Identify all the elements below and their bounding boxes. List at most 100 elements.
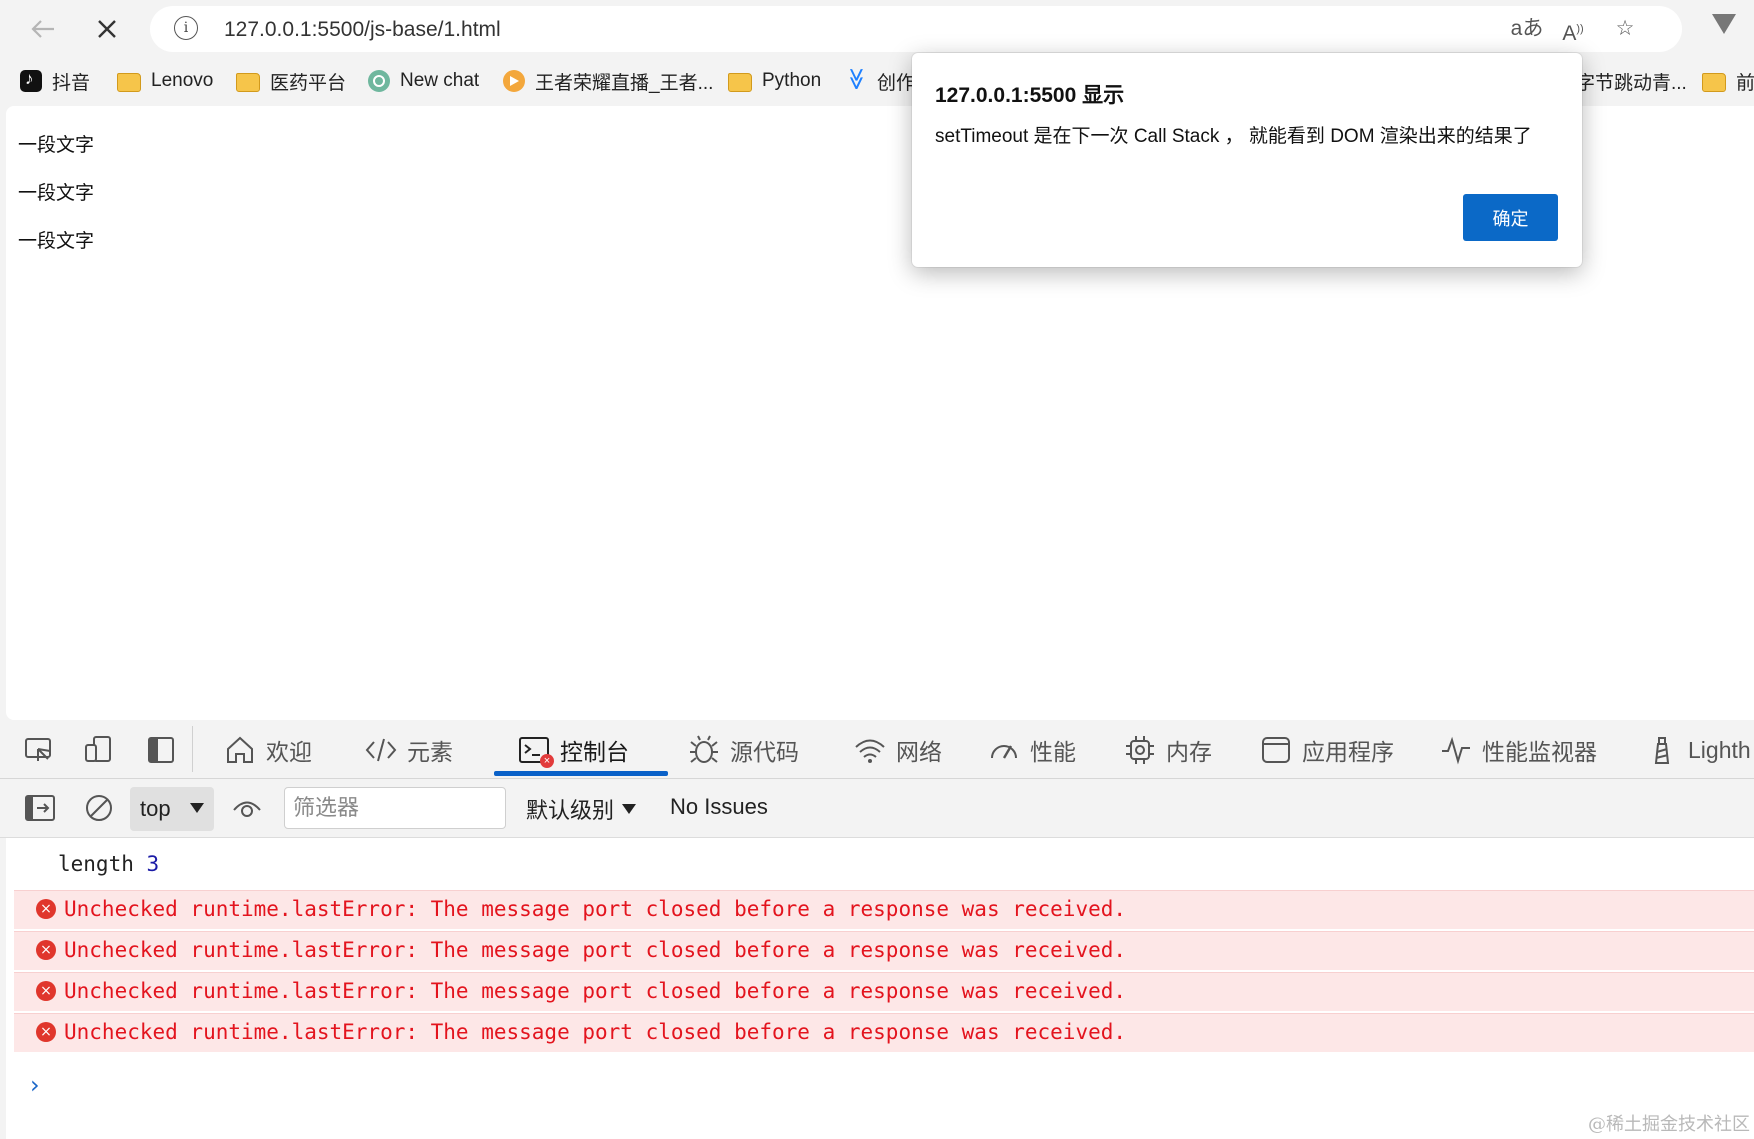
error-message: Unchecked runtime.lastError: The message… xyxy=(64,1020,1127,1044)
back-arrow-icon[interactable] xyxy=(24,10,62,48)
tab-label: 应用程序 xyxy=(1302,739,1394,765)
error-message: Unchecked runtime.lastError: The message… xyxy=(64,938,1127,962)
tab-network[interactable]: 网络 xyxy=(854,730,942,770)
folder-icon xyxy=(1702,73,1726,92)
console-error-row: × Unchecked runtime.lastError: The messa… xyxy=(14,1013,1754,1052)
active-tab-indicator xyxy=(494,771,668,776)
bug-icon xyxy=(688,734,720,766)
sidebar-toggle-icon[interactable] xyxy=(24,793,55,823)
omnibox[interactable]: i 127.0.0.1:5500/js-base/1.html aあ A)) ☆ xyxy=(150,6,1682,52)
bookmark-bytedance[interactable]: 字节跳动青... xyxy=(1576,66,1687,96)
device-emulation-icon[interactable] xyxy=(84,735,114,765)
address-bar-row: i 127.0.0.1:5500/js-base/1.html aあ A)) ☆ xyxy=(0,0,1754,57)
home-icon xyxy=(224,734,256,766)
tab-label: 性能监视器 xyxy=(1482,739,1597,765)
console-error-row: × Unchecked runtime.lastError: The messa… xyxy=(14,890,1754,929)
context-label: top xyxy=(140,796,171,821)
live-expression-eye-icon[interactable] xyxy=(232,793,262,823)
bookmark-label: 医药平台 xyxy=(270,72,347,94)
folder-icon xyxy=(117,73,141,92)
log-levels-label: 默认级别 xyxy=(526,798,615,823)
info-icon[interactable]: i xyxy=(174,16,198,40)
bookmark-new-chat[interactable]: New chat xyxy=(368,66,479,96)
tab-performance[interactable]: 性能 xyxy=(988,730,1076,770)
bookmark-douyin[interactable]: 抖音 xyxy=(20,66,90,96)
dialog-message: setTimeout 是在下一次 Call Stack ， 就能看到 DOM 渲… xyxy=(935,126,1532,147)
tab-elements[interactable]: 元素 xyxy=(365,730,453,770)
bookmark-label: 创作 xyxy=(877,72,916,94)
bookmark-label: 王者荣耀直播_王者... xyxy=(535,72,714,94)
tab-label: 欢迎 xyxy=(266,739,312,765)
console-error-row: × Unchecked runtime.lastError: The messa… xyxy=(14,972,1754,1011)
error-message: Unchecked runtime.lastError: The message… xyxy=(64,979,1127,1003)
toolbar-divider xyxy=(192,726,193,772)
log-levels-dropdown[interactable]: 默认级别 xyxy=(526,793,637,825)
wifi-icon xyxy=(854,734,886,766)
tab-lighthouse[interactable]: Lighth xyxy=(1646,730,1751,770)
bookmark-label: 抖音 xyxy=(52,72,91,94)
paragraph: 一段文字 xyxy=(18,134,95,156)
dropdown-arrow-icon xyxy=(190,803,204,813)
favorite-star-icon[interactable]: ☆ xyxy=(1608,14,1642,44)
bookmark-pharma-platform[interactable]: 医药平台 xyxy=(236,66,346,96)
pulse-icon xyxy=(1440,734,1472,766)
paragraph: 一段文字 xyxy=(18,182,95,204)
tab-label: 内存 xyxy=(1166,739,1212,765)
bookmark-label: 前 xyxy=(1736,72,1754,94)
tab-label: 元素 xyxy=(407,739,453,765)
tab-application[interactable]: 应用程序 xyxy=(1260,730,1394,770)
alert-dialog: 127.0.0.1:5500 显示 setTimeout 是在下一次 Call … xyxy=(912,53,1582,267)
log-value: 3 xyxy=(146,852,160,876)
bookmark-lenovo[interactable]: Lenovo xyxy=(117,66,213,96)
error-badge: × xyxy=(540,754,554,768)
tab-welcome[interactable]: 欢迎 xyxy=(224,730,312,770)
close-icon[interactable] xyxy=(88,10,126,48)
clear-console-icon[interactable] xyxy=(84,793,114,823)
tab-memory[interactable]: 内存 xyxy=(1124,730,1212,770)
watermark: @稀土掘金技术社区 xyxy=(1588,1114,1750,1135)
bookmark-label: 字节跳动青... xyxy=(1576,72,1687,94)
chatgpt-icon xyxy=(368,70,390,92)
error-icon: × xyxy=(36,899,56,919)
issues-status[interactable]: No Issues xyxy=(670,794,768,820)
tab-label: Lighth xyxy=(1688,736,1751,763)
inspect-element-icon[interactable] xyxy=(24,735,54,765)
console-output: length 3 × Unchecked runtime.lastError: … xyxy=(6,838,1754,1139)
bookmark-juejin-create[interactable]: 创作 xyxy=(845,66,915,96)
log-key: length xyxy=(58,852,134,876)
error-icon: × xyxy=(36,981,56,1001)
tab-label: 控制台 xyxy=(560,739,629,765)
speedometer-icon xyxy=(988,734,1020,766)
console-prompt-chevron-icon[interactable]: › xyxy=(30,1071,40,1099)
folder-icon xyxy=(236,73,260,92)
read-aloud-icon[interactable]: A)) xyxy=(1556,14,1590,45)
error-icon: × xyxy=(36,1022,56,1042)
tab-label: 网络 xyxy=(896,739,942,765)
paragraph: 一段文字 xyxy=(18,230,95,252)
tab-console[interactable]: × 控制台 xyxy=(518,730,629,770)
bookmark-honor-of-kings-live[interactable]: 王者荣耀直播_王者... xyxy=(503,66,713,96)
console-icon: × xyxy=(518,734,554,768)
lighthouse-icon xyxy=(1646,734,1678,766)
dock-side-icon[interactable] xyxy=(146,735,176,765)
context-selector[interactable]: top xyxy=(130,787,214,831)
tab-sources[interactable]: 源代码 xyxy=(688,730,799,770)
code-icon xyxy=(365,734,397,766)
bookmark-python[interactable]: Python xyxy=(728,66,821,96)
app-window-icon xyxy=(1260,734,1292,766)
error-message: Unchecked runtime.lastError: The message… xyxy=(64,897,1127,921)
vivaldi-logo-icon[interactable] xyxy=(1712,14,1736,34)
console-toolbar: top 默认级别 No Issues xyxy=(0,779,1754,838)
tab-performance-monitor[interactable]: 性能监视器 xyxy=(1440,730,1597,770)
bookmark-label: Python xyxy=(762,70,822,91)
filter-input[interactable] xyxy=(284,787,506,829)
translate-icon[interactable]: aあ xyxy=(1510,14,1544,44)
ok-button[interactable]: 确定 xyxy=(1463,194,1558,241)
tiktok-icon xyxy=(20,69,42,92)
bookmark-folder-front[interactable]: 前 xyxy=(1702,66,1754,96)
juejin-icon xyxy=(845,70,867,92)
devtools-tab-strip: 欢迎 元素 × 控制台 源代码 网络 性能 内存 应用程序 性能监视器 Ligh… xyxy=(0,720,1754,779)
url-text[interactable]: 127.0.0.1:5500/js-base/1.html xyxy=(224,18,501,42)
error-icon: × xyxy=(36,940,56,960)
console-error-row: × Unchecked runtime.lastError: The messa… xyxy=(14,931,1754,970)
